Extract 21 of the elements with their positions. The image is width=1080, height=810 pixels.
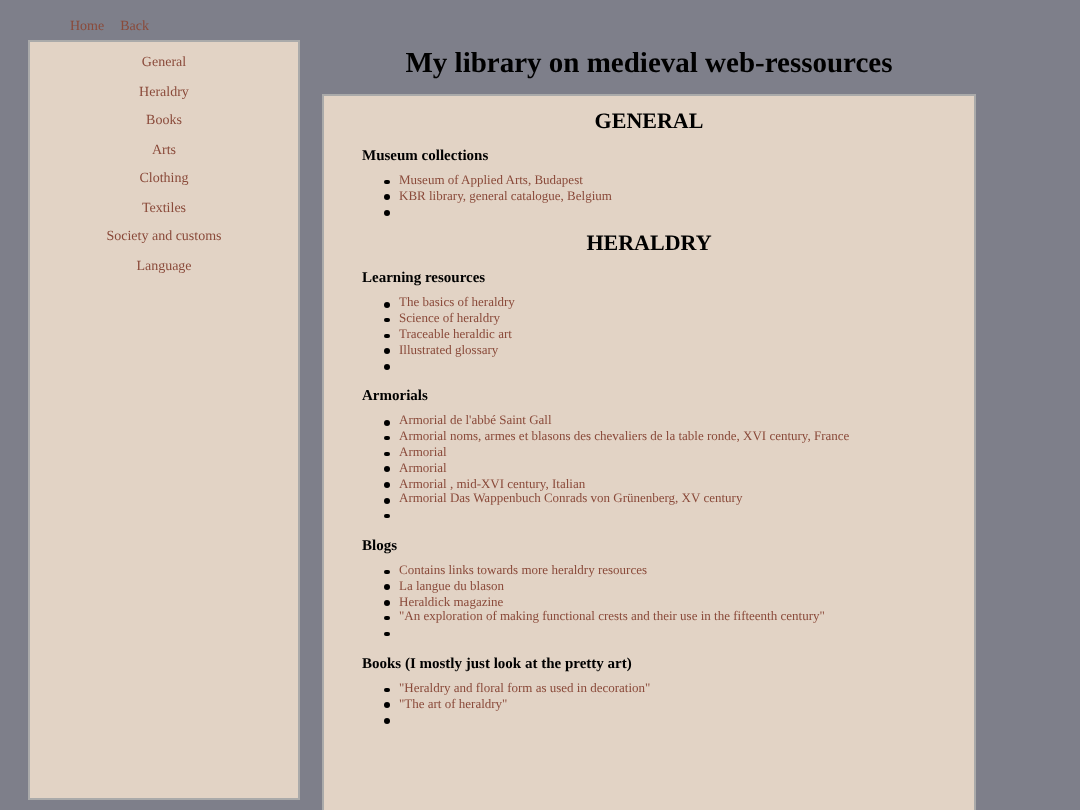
bullet-icon [384, 420, 389, 426]
page-title: My library on medieval web-ressources [403, 46, 895, 82]
bullet-icon [384, 179, 389, 185]
bullet-icon [384, 687, 389, 693]
bullet-icon [384, 435, 389, 441]
bullet-icon [384, 584, 389, 590]
section-title: GENERAL [592, 110, 706, 136]
bullet-icon [384, 482, 389, 488]
bullet-icon [384, 569, 389, 575]
bullet-icon [384, 317, 389, 323]
bullet-icon [384, 451, 389, 457]
bullet-icon [384, 466, 389, 472]
bullet-icon [384, 302, 389, 308]
bullet-icon [384, 615, 389, 621]
bullet-icon [384, 348, 389, 354]
bullet-icon [384, 600, 389, 606]
bullet-icon [384, 498, 389, 503]
bullet-icon [384, 702, 389, 708]
bullet-icon [384, 333, 389, 339]
section-title: HERALDRY [584, 232, 714, 259]
bullet-icon [384, 194, 389, 200]
